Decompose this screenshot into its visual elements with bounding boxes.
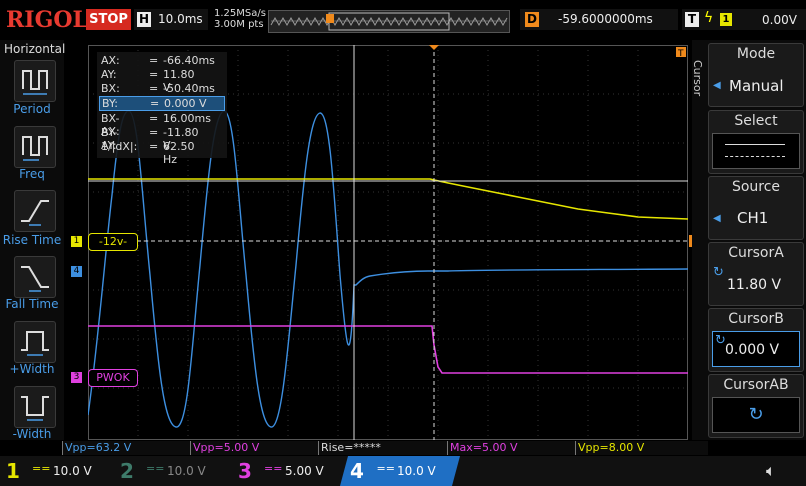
measurement-item[interactable]: Vpp=63.2 V	[62, 441, 191, 455]
negative-width-icon	[21, 396, 49, 421]
frequency-icon	[22, 136, 48, 161]
horizontal-scale-box[interactable]: H 10.0ms	[134, 9, 208, 30]
trigger-level-value: 0.00V	[762, 13, 797, 27]
dc-coupling-icon: ==	[146, 462, 165, 475]
rise-time-icon	[21, 200, 49, 226]
horizontal-scale-value: 10.0ms	[158, 12, 203, 26]
measure-side-menu: Horizontal Period Freq Rise Time Fall Ti…	[0, 40, 66, 441]
select-cursor-lines-icon	[712, 133, 800, 169]
ch3-scale: 5.00 V	[285, 464, 324, 478]
dc-coupling-icon: ==	[32, 462, 51, 475]
left-arrow-icon: ◀	[713, 80, 721, 91]
rise-time-label: Rise Time	[2, 233, 62, 247]
ch1-status[interactable]: 1 == 10.0 V	[0, 456, 110, 486]
ch2-status[interactable]: 2 == 10.0 V	[114, 456, 226, 486]
rotate-knob-icon: ↻	[712, 397, 800, 433]
rotate-knob-icon: ↻	[713, 265, 724, 280]
cursor-b-value: 0.000 V	[725, 342, 780, 358]
rise-time-button[interactable]	[14, 190, 56, 232]
measurement-bar: Vpp=63.2 V Vpp=5.00 V Rise=***** Max=5.0…	[62, 441, 708, 455]
cursor-readout-panel: AX: = -66.40ms AY: = 11.80 V BX: = -50.40ms BY…	[97, 52, 227, 166]
top-status-bar: RIGOL STOP H 10.0ms 1.25MSa/s 3.00M pts …	[0, 0, 806, 40]
cursor-ab-softkey[interactable]: CursorAB ↻	[708, 374, 804, 438]
trigger-position-marker	[326, 14, 334, 23]
ch3-status[interactable]: 3 == 5.00 V	[232, 456, 344, 486]
delay-box[interactable]: D -59.6000000ms	[520, 9, 678, 30]
run-stop-status[interactable]: STOP	[86, 9, 131, 30]
period-label: Period	[13, 102, 51, 116]
ch3-label-tag: PWOK	[88, 369, 138, 387]
mode-title: Mode	[736, 46, 776, 62]
overview-waveform	[270, 12, 508, 31]
trigger-top-marker	[429, 45, 439, 50]
cursor-a-value: 11.80 V	[727, 277, 782, 293]
positive-width-icon	[21, 331, 49, 356]
fall-time-label: Fall Time	[5, 297, 59, 311]
readout-row-selected: BY: = 0.000 V	[99, 96, 225, 111]
dc-coupling-icon: ==	[264, 462, 283, 475]
ch4-scale: 10.0 V	[397, 464, 436, 478]
source-value: CH1	[737, 209, 769, 227]
ch2-scale: 10.0 V	[167, 464, 206, 478]
source-title: Source	[731, 179, 781, 195]
fall-time-button[interactable]	[14, 256, 56, 298]
ch1-offset-marker[interactable]: 1	[71, 236, 82, 247]
mode-softkey[interactable]: Mode ◀ Manual	[708, 43, 804, 107]
ch1-scale: 10.0 V	[53, 464, 92, 478]
dc-coupling-icon: ==	[376, 462, 395, 475]
rigol-logo: RIGOL	[6, 7, 88, 33]
cursor-b-title: CursorB	[728, 311, 784, 327]
waveform-overview-strip[interactable]	[268, 10, 510, 33]
ch1-level-tag: -12v-	[88, 233, 138, 251]
cursor-b-value-box: ↻ 0.000 V	[712, 331, 800, 367]
ch2-number: 2	[120, 459, 134, 483]
left-arrow-icon: ◀	[713, 213, 721, 224]
trigger-letter: T	[685, 12, 699, 27]
measurement-item[interactable]: Vpp=5.00 V	[190, 441, 319, 455]
trigger-box[interactable]: T ϟ 1 0.00V	[682, 9, 806, 30]
channel-status-bar: 1 == 10.0 V 2 == 10.0 V 3 == 5.00 V 4 ==…	[0, 456, 806, 486]
horizontal-letter: H	[137, 12, 151, 27]
positive-width-label: +Width	[9, 362, 55, 376]
ch4-offset-marker[interactable]: 4	[71, 266, 82, 277]
cursor-b-softkey[interactable]: CursorB ↻ 0.000 V	[708, 308, 804, 372]
freq-button[interactable]	[14, 126, 56, 168]
measure-menu-title: Horizontal	[4, 42, 66, 56]
select-softkey[interactable]: Select	[708, 110, 804, 174]
negative-width-button[interactable]	[14, 386, 56, 428]
trigger-level-marker-text: T	[677, 49, 684, 59]
cursor-menu-title: Cursor	[691, 60, 704, 97]
select-title: Select	[734, 113, 778, 129]
memory-depth: 3.00M pts	[214, 19, 264, 30]
delay-letter: D	[525, 12, 539, 27]
measurement-item[interactable]: Rise=*****	[318, 441, 447, 455]
cursor-a-softkey[interactable]: CursorA ↻ 11.80 V	[708, 242, 804, 306]
positive-width-button[interactable]	[14, 321, 56, 363]
mode-value: Manual	[729, 77, 784, 95]
delay-value: -59.6000000ms	[558, 12, 653, 26]
ch4-number: 4	[350, 459, 364, 483]
rising-edge-icon: ϟ	[704, 10, 714, 26]
ch1-number: 1	[6, 459, 20, 483]
source-softkey[interactable]: Source ◀ CH1	[708, 176, 804, 240]
cursor-a-title: CursorA	[728, 245, 784, 261]
freq-label: Freq	[19, 167, 45, 181]
ch3-offset-marker[interactable]: 3	[71, 372, 82, 383]
cursor-ab-title: CursorAB	[723, 377, 789, 393]
fall-time-icon	[21, 266, 49, 292]
ch4-status-active[interactable]: 4 == 10.0 V	[339, 456, 461, 486]
sample-rate: 1.25MSa/s	[214, 8, 266, 19]
period-icon	[22, 70, 48, 95]
trigger-source-badge: 1	[720, 13, 732, 26]
measurement-item[interactable]: Vpp=8.00 V	[575, 441, 708, 455]
sample-rate-info: 1.25MSa/s 3.00M pts	[214, 8, 266, 30]
ch3-number: 3	[238, 459, 252, 483]
negative-width-label: -Width	[12, 427, 52, 441]
period-button[interactable]	[14, 60, 56, 102]
measurement-item[interactable]: Max=5.00 V	[447, 441, 576, 455]
speaker-muted-icon[interactable]: 🔈︎	[766, 461, 776, 481]
